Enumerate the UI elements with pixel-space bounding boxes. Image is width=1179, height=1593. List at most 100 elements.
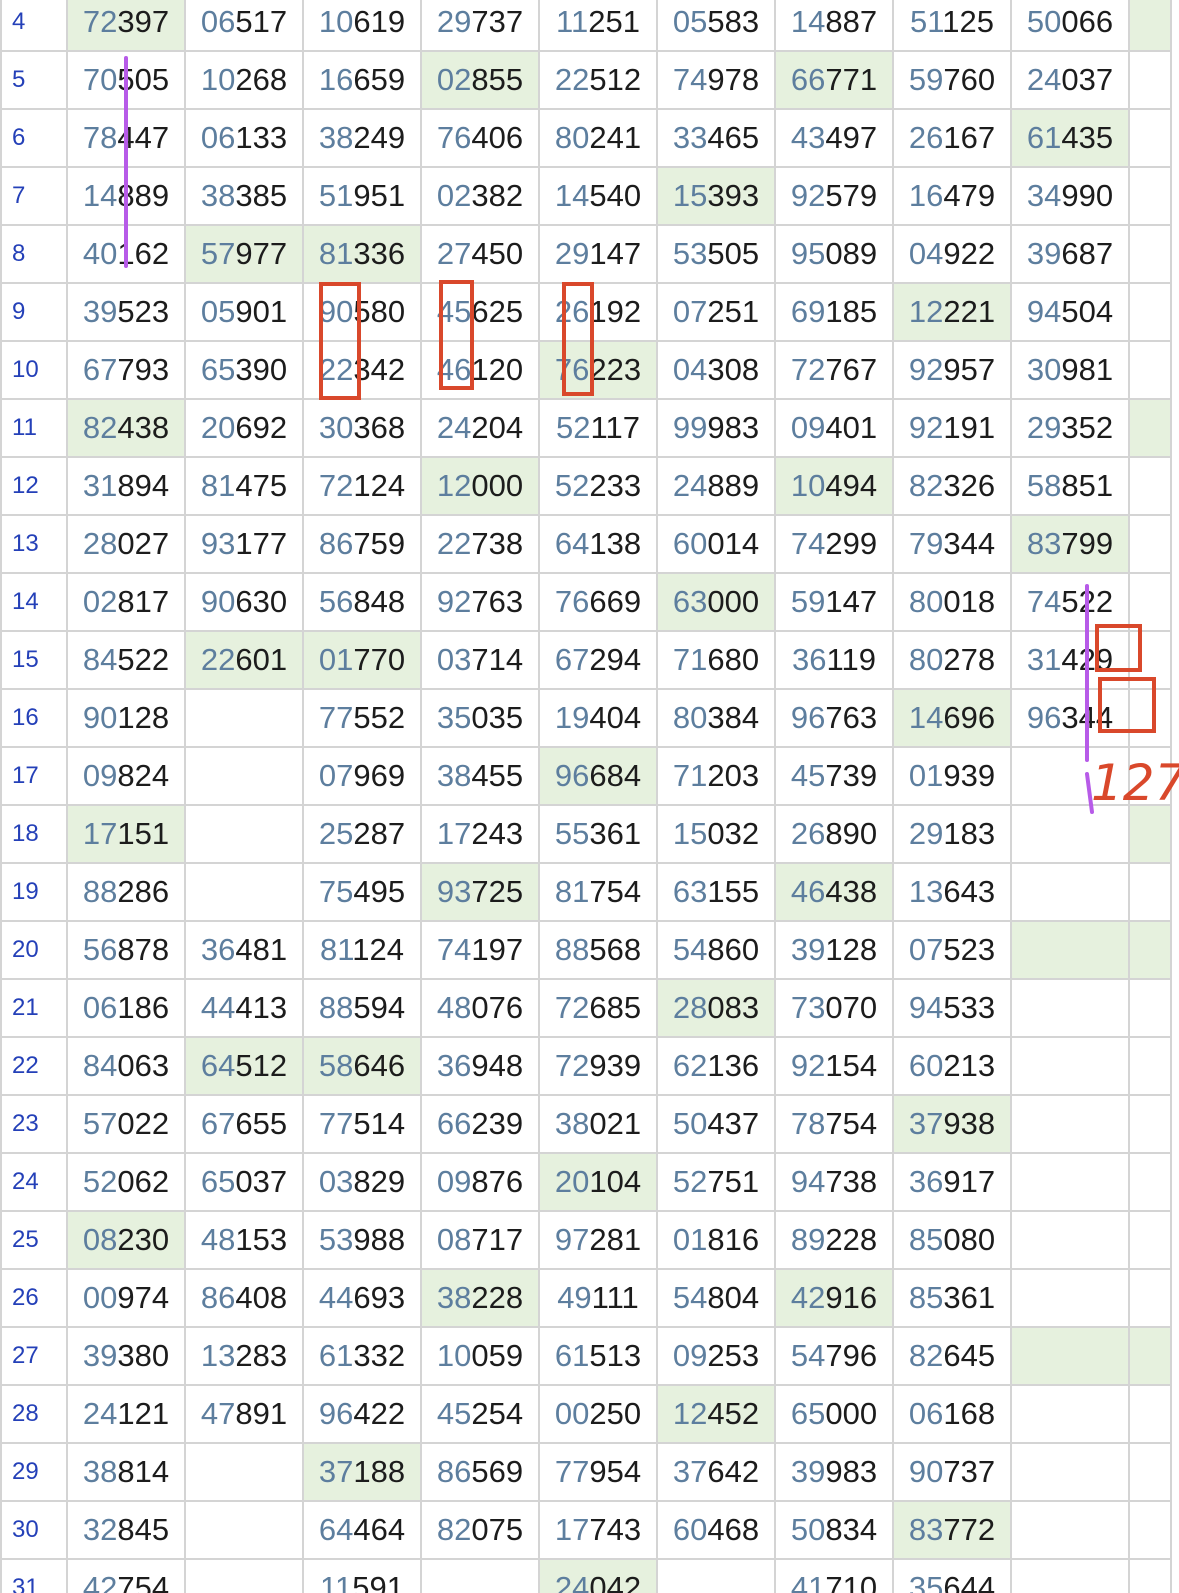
extra-column-cell[interactable] [1128, 1036, 1172, 1096]
table-cell[interactable]: 67655 [184, 1094, 304, 1154]
table-cell[interactable]: 05583 [656, 0, 776, 52]
table-cell[interactable]: 72939 [538, 1036, 658, 1096]
table-cell[interactable] [1010, 862, 1130, 922]
table-cell[interactable]: 02855 [420, 50, 540, 110]
table-cell[interactable] [184, 688, 304, 748]
table-cell[interactable]: 49111 [538, 1268, 658, 1328]
table-cell[interactable]: 67294 [538, 630, 658, 690]
table-cell[interactable]: 86759 [302, 514, 422, 574]
table-cell[interactable]: 85080 [892, 1210, 1012, 1270]
table-cell[interactable]: 44693 [302, 1268, 422, 1328]
table-cell[interactable]: 62136 [656, 1036, 776, 1096]
row-number[interactable]: 22 [0, 1036, 68, 1096]
table-cell[interactable]: 17243 [420, 804, 540, 864]
table-cell[interactable]: 11251 [538, 0, 658, 52]
table-cell[interactable] [184, 804, 304, 864]
row-number[interactable]: 28 [0, 1384, 68, 1444]
table-cell[interactable]: 24204 [420, 398, 540, 458]
table-cell[interactable]: 61513 [538, 1326, 658, 1386]
table-cell[interactable]: 81754 [538, 862, 658, 922]
table-cell[interactable]: 03714 [420, 630, 540, 690]
row-number[interactable]: 18 [0, 804, 68, 864]
table-cell[interactable]: 81336 [302, 224, 422, 284]
extra-column-cell[interactable] [1128, 1442, 1172, 1502]
table-cell[interactable]: 72124 [302, 456, 422, 516]
table-cell[interactable]: 45739 [774, 746, 894, 806]
extra-column-cell[interactable] [1128, 1500, 1172, 1560]
table-cell[interactable]: 22342 [302, 340, 422, 400]
row-number[interactable]: 17 [0, 746, 68, 806]
table-cell[interactable]: 96763 [774, 688, 894, 748]
extra-column-cell[interactable] [1128, 514, 1172, 574]
table-cell[interactable]: 31894 [66, 456, 186, 516]
table-cell[interactable]: 82645 [892, 1326, 1012, 1386]
table-cell[interactable]: 63155 [656, 862, 776, 922]
table-cell[interactable]: 26192 [538, 282, 658, 342]
table-cell[interactable]: 01816 [656, 1210, 776, 1270]
table-cell[interactable]: 94504 [1010, 282, 1130, 342]
extra-column-cell[interactable] [1128, 340, 1172, 400]
table-cell[interactable]: 82438 [66, 398, 186, 458]
table-cell[interactable]: 85361 [892, 1268, 1012, 1328]
table-cell[interactable]: 05901 [184, 282, 304, 342]
table-cell[interactable]: 36481 [184, 920, 304, 980]
table-cell[interactable]: 46438 [774, 862, 894, 922]
table-cell[interactable]: 39687 [1010, 224, 1130, 284]
table-cell[interactable] [420, 1558, 540, 1593]
table-cell[interactable]: 65390 [184, 340, 304, 400]
table-cell[interactable]: 92579 [774, 166, 894, 226]
table-cell[interactable]: 45254 [420, 1384, 540, 1444]
table-cell[interactable]: 30368 [302, 398, 422, 458]
extra-column-cell[interactable] [1128, 166, 1172, 226]
table-cell[interactable]: 77552 [302, 688, 422, 748]
table-cell[interactable]: 38814 [66, 1442, 186, 1502]
table-cell[interactable]: 88286 [66, 862, 186, 922]
table-cell[interactable] [1010, 1094, 1130, 1154]
table-cell[interactable]: 53505 [656, 224, 776, 284]
table-cell[interactable]: 96422 [302, 1384, 422, 1444]
table-cell[interactable]: 46120 [420, 340, 540, 400]
table-cell[interactable]: 09824 [66, 746, 186, 806]
table-cell[interactable]: 60213 [892, 1036, 1012, 1096]
row-number[interactable]: 9 [0, 282, 68, 342]
table-cell[interactable]: 15032 [656, 804, 776, 864]
table-cell[interactable]: 94738 [774, 1152, 894, 1212]
table-cell[interactable]: 55361 [538, 804, 658, 864]
table-cell[interactable] [184, 1442, 304, 1502]
row-number[interactable]: 19 [0, 862, 68, 922]
table-cell[interactable]: 22738 [420, 514, 540, 574]
row-number[interactable]: 7 [0, 166, 68, 226]
table-cell[interactable]: 51125 [892, 0, 1012, 52]
table-cell[interactable]: 72767 [774, 340, 894, 400]
table-cell[interactable] [1010, 1500, 1130, 1560]
table-cell[interactable]: 50437 [656, 1094, 776, 1154]
table-cell[interactable]: 99983 [656, 398, 776, 458]
table-cell[interactable]: 00974 [66, 1268, 186, 1328]
table-cell[interactable]: 19404 [538, 688, 658, 748]
extra-column-cell[interactable] [1128, 398, 1172, 458]
table-cell[interactable]: 37188 [302, 1442, 422, 1502]
table-cell[interactable]: 38249 [302, 108, 422, 168]
table-cell[interactable]: 34990 [1010, 166, 1130, 226]
table-cell[interactable]: 71680 [656, 630, 776, 690]
extra-column-cell[interactable] [1128, 1326, 1172, 1386]
table-cell[interactable]: 38385 [184, 166, 304, 226]
row-number[interactable]: 31 [0, 1558, 68, 1593]
table-cell[interactable]: 42754 [66, 1558, 186, 1593]
extra-column-cell[interactable] [1128, 0, 1172, 52]
table-cell[interactable]: 32845 [66, 1500, 186, 1560]
table-cell[interactable]: 90128 [66, 688, 186, 748]
table-cell[interactable]: 38021 [538, 1094, 658, 1154]
table-cell[interactable]: 01939 [892, 746, 1012, 806]
row-number[interactable]: 20 [0, 920, 68, 980]
table-cell[interactable] [1010, 746, 1130, 806]
table-cell[interactable]: 52233 [538, 456, 658, 516]
table-cell[interactable]: 16659 [302, 50, 422, 110]
table-cell[interactable]: 26890 [774, 804, 894, 864]
table-cell[interactable]: 26167 [892, 108, 1012, 168]
table-cell[interactable]: 74299 [774, 514, 894, 574]
table-cell[interactable]: 57977 [184, 224, 304, 284]
table-cell[interactable]: 77954 [538, 1442, 658, 1502]
table-cell[interactable]: 64464 [302, 1500, 422, 1560]
table-cell[interactable]: 14889 [66, 166, 186, 226]
